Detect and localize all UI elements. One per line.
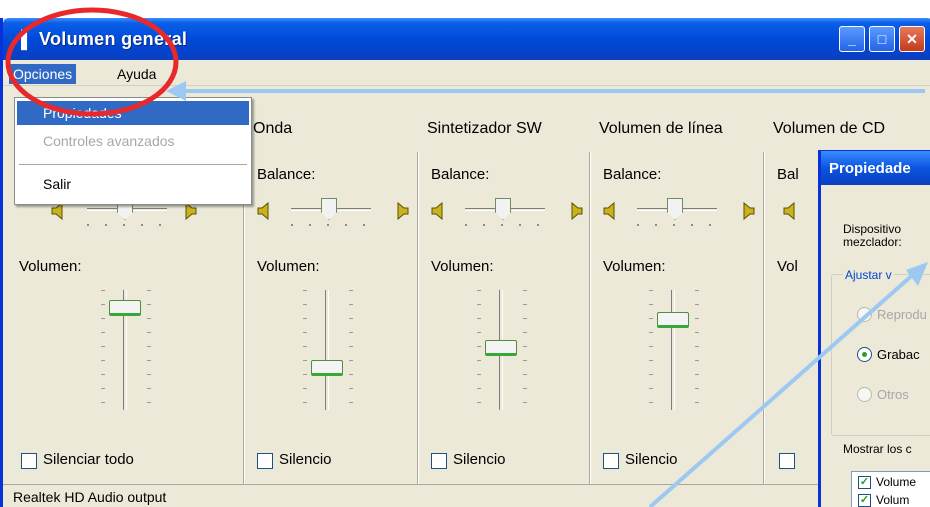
title-bar[interactable]: ▐ Volumen general _ □ ✕ bbox=[3, 18, 930, 60]
balance-label: Bal bbox=[777, 166, 799, 183]
checkbox-label: Silencio bbox=[625, 451, 678, 468]
channel-name-linea: Volumen de línea bbox=[599, 120, 723, 137]
menu-bar: Opciones Ayuda bbox=[3, 60, 930, 86]
channel-divider bbox=[589, 152, 591, 497]
right-speaker-icon bbox=[395, 201, 409, 221]
balance-label: Balance: bbox=[603, 166, 662, 183]
left-speaker-icon bbox=[431, 201, 445, 221]
opciones-dropdown-menu: Propiedades Controles avanzados Salir bbox=[14, 97, 252, 205]
volume-label: Volumen: bbox=[19, 258, 82, 275]
controls-listbox[interactable]: ✓ Volume ✓ Volum bbox=[851, 471, 930, 507]
checkbox-label: Silencio bbox=[453, 451, 506, 468]
volume-slider-sintetizador[interactable] bbox=[477, 290, 527, 410]
screenshot-stage: ▐ Volumen general _ □ ✕ Opciones Ayuda O… bbox=[0, 0, 930, 507]
radio-label: Reprodu bbox=[877, 307, 927, 322]
volume-slider-master[interactable] bbox=[101, 290, 151, 410]
maximize-button[interactable]: □ bbox=[869, 26, 895, 52]
volume-slider-linea[interactable] bbox=[649, 290, 699, 410]
menu-item-controles-avanzados: Controles avanzados bbox=[43, 133, 175, 149]
check-icon[interactable]: ✓ bbox=[858, 476, 871, 489]
checkbox-label: Silenciar todo bbox=[43, 451, 134, 468]
volume-label: Vol bbox=[777, 258, 798, 275]
list-item: Volume bbox=[876, 475, 917, 489]
show-controls-label: Mostrar los c bbox=[843, 442, 912, 456]
check-icon[interactable]: ✓ bbox=[858, 494, 871, 507]
radio-label: Otros bbox=[877, 387, 909, 402]
right-speaker-icon bbox=[569, 201, 583, 221]
close-button[interactable]: ✕ bbox=[899, 26, 925, 52]
checkbox-box[interactable] bbox=[21, 453, 37, 469]
channel-divider bbox=[417, 152, 419, 497]
slider-thumb[interactable] bbox=[109, 300, 141, 316]
device-label-line2: mezclador: bbox=[843, 235, 902, 249]
radio-grabacion[interactable] bbox=[857, 347, 872, 362]
properties-dialog: Propiedade Dispositivo mezclador: Ajusta… bbox=[818, 150, 930, 507]
radio-label: Grabac bbox=[877, 347, 920, 362]
minimize-button[interactable]: _ bbox=[839, 26, 865, 52]
channel-name-onda: Onda bbox=[253, 120, 293, 137]
menu-item-salir[interactable]: Salir bbox=[17, 172, 249, 196]
menu-separator bbox=[19, 164, 247, 166]
checkbox-label: Silencio bbox=[279, 451, 332, 468]
window-title: Volumen general bbox=[39, 29, 188, 49]
balance-label: Balance: bbox=[431, 166, 490, 183]
channel-name-sintetizador: Sintetizador SW bbox=[427, 120, 542, 137]
volume-label: Volumen: bbox=[257, 258, 320, 275]
volume-label: Volumen: bbox=[431, 258, 494, 275]
checkbox-box[interactable] bbox=[257, 453, 273, 469]
slider-thumb[interactable] bbox=[657, 312, 689, 328]
dialog-title-bar[interactable]: Propiedade bbox=[821, 151, 930, 185]
balance-slider[interactable] bbox=[291, 198, 371, 228]
group-label: Ajustar v bbox=[843, 268, 894, 282]
menu-item-propiedades[interactable]: Propiedades bbox=[17, 101, 249, 125]
checkbox-box[interactable] bbox=[431, 453, 447, 469]
slider-thumb[interactable] bbox=[485, 340, 517, 356]
radio-otros bbox=[857, 387, 872, 402]
checkbox-box[interactable] bbox=[779, 453, 795, 469]
balance-label: Balance: bbox=[257, 166, 316, 183]
status-text: Realtek HD Audio output bbox=[13, 489, 167, 505]
radio-reproduccion bbox=[857, 307, 872, 322]
slider-thumb[interactable] bbox=[311, 360, 343, 376]
right-speaker-icon bbox=[741, 201, 755, 221]
menu-ayuda[interactable]: Ayuda bbox=[113, 64, 160, 84]
menu-opciones[interactable]: Opciones bbox=[9, 64, 77, 84]
channel-name-cd: Volumen de CD bbox=[773, 120, 886, 137]
channel-divider bbox=[763, 152, 765, 497]
speaker-app-icon: ▐ bbox=[15, 30, 28, 49]
left-speaker-icon bbox=[603, 201, 617, 221]
volume-slider-onda[interactable] bbox=[303, 290, 353, 410]
left-speaker-icon bbox=[783, 201, 797, 221]
volume-control-window: ▐ Volumen general _ □ ✕ Opciones Ayuda O… bbox=[0, 18, 930, 507]
balance-slider[interactable] bbox=[637, 198, 717, 228]
left-speaker-icon bbox=[257, 201, 271, 221]
balance-slider[interactable] bbox=[465, 198, 545, 228]
volume-label: Volumen: bbox=[603, 258, 666, 275]
status-bar: Realtek HD Audio output bbox=[3, 484, 930, 507]
list-item: Volum bbox=[876, 493, 910, 507]
checkbox-box[interactable] bbox=[603, 453, 619, 469]
dialog-title: Propiedade bbox=[829, 160, 911, 177]
